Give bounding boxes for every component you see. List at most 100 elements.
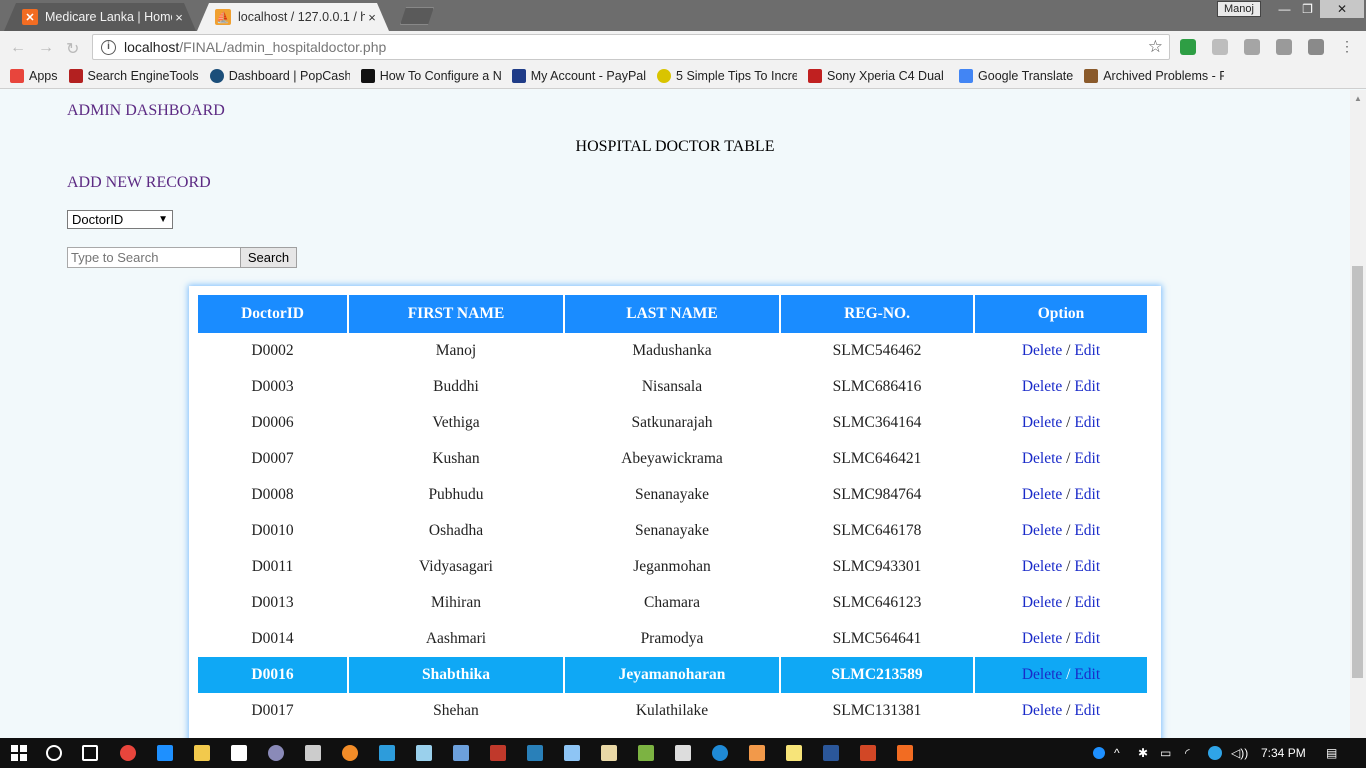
app-icon[interactable] bbox=[268, 745, 284, 761]
app-icon[interactable] bbox=[564, 745, 580, 761]
bookmark-item[interactable]: Archived Problems - F bbox=[1084, 68, 1224, 83]
doctor-table-card: DoctorID FIRST NAME LAST NAME REG-NO. Op… bbox=[189, 286, 1161, 746]
bookmark-item[interactable]: Google Translate bbox=[959, 68, 1073, 83]
close-tab-icon[interactable]: × bbox=[172, 10, 186, 25]
back-icon[interactable]: ← bbox=[10, 39, 26, 57]
edit-link[interactable]: Edit bbox=[1074, 522, 1100, 539]
option-separator: / bbox=[1066, 414, 1071, 431]
extension-icon[interactable] bbox=[1308, 39, 1324, 55]
edit-link[interactable]: Edit bbox=[1074, 342, 1100, 359]
edit-link[interactable]: Edit bbox=[1074, 666, 1100, 683]
scrollbar-thumb[interactable] bbox=[1352, 266, 1363, 678]
sticky-notes-icon[interactable] bbox=[786, 745, 802, 761]
edit-link[interactable]: Edit bbox=[1074, 558, 1100, 575]
restore-icon[interactable]: ❐ bbox=[1293, 0, 1322, 18]
edit-link[interactable]: Edit bbox=[1074, 414, 1100, 431]
store-icon[interactable] bbox=[231, 745, 247, 761]
search-button[interactable]: Search bbox=[240, 247, 297, 268]
edit-link[interactable]: Edit bbox=[1074, 486, 1100, 503]
delete-link[interactable]: Delete bbox=[1022, 522, 1062, 539]
word-icon[interactable] bbox=[823, 745, 839, 761]
column-header-first-name[interactable]: FIRST NAME bbox=[349, 295, 563, 333]
vpn-icon[interactable] bbox=[1208, 746, 1222, 760]
app-icon[interactable] bbox=[749, 745, 765, 761]
profile-button[interactable]: Manoj bbox=[1217, 1, 1261, 17]
delete-link[interactable]: Delete bbox=[1022, 450, 1062, 467]
bookmark-item[interactable]: Search EngineTools bbox=[68, 68, 199, 83]
file-explorer-icon[interactable] bbox=[194, 745, 210, 761]
delete-link[interactable]: Delete bbox=[1022, 666, 1062, 683]
task-view-icon[interactable] bbox=[82, 745, 98, 761]
bookmark-item[interactable]: Sony Xperia C4 Dual U bbox=[808, 68, 948, 83]
forward-icon[interactable]: → bbox=[38, 39, 54, 57]
bookmark-item[interactable]: My Account - PayPal bbox=[511, 68, 646, 83]
search-field-select[interactable]: DoctorID ▼ bbox=[67, 210, 173, 229]
cortana-icon[interactable] bbox=[46, 745, 62, 761]
edit-link[interactable]: Edit bbox=[1074, 450, 1100, 467]
reload-icon[interactable]: ↻ bbox=[66, 39, 79, 59]
app-icon[interactable] bbox=[490, 745, 506, 761]
app-icon[interactable] bbox=[453, 745, 469, 761]
column-header-doctorid[interactable]: DoctorID bbox=[198, 295, 347, 333]
extension-icon[interactable] bbox=[1180, 39, 1196, 55]
delete-link[interactable]: Delete bbox=[1022, 342, 1062, 359]
new-tab-button[interactable] bbox=[400, 7, 434, 25]
action-center-icon[interactable]: ▤ bbox=[1326, 746, 1337, 760]
teamviewer-icon[interactable] bbox=[712, 745, 728, 761]
app-icon[interactable] bbox=[601, 745, 617, 761]
delete-link[interactable]: Delete bbox=[1022, 486, 1062, 503]
window-close-icon[interactable]: ✕ bbox=[1320, 0, 1364, 18]
edit-link[interactable]: Edit bbox=[1074, 378, 1100, 395]
volume-icon[interactable]: ◁)) bbox=[1231, 746, 1248, 760]
tab-phpmyadmin[interactable]: ⛵ localhost / 127.0.0.1 / ho × bbox=[197, 3, 389, 31]
menu-icon[interactable]: ⋮ bbox=[1340, 39, 1354, 55]
bluetooth-icon[interactable]: ✱ bbox=[1138, 746, 1148, 760]
search-input[interactable]: Type to Search bbox=[67, 247, 241, 268]
tab-medicare-home[interactable]: ✕ Medicare Lanka | Home × bbox=[4, 3, 196, 31]
cell-last-name: Pramodya bbox=[640, 630, 704, 647]
app-icon[interactable] bbox=[675, 745, 691, 761]
scroll-up-icon[interactable]: ▲ bbox=[1354, 94, 1362, 103]
edit-link[interactable]: Edit bbox=[1074, 702, 1100, 719]
column-header-last-name[interactable]: LAST NAME bbox=[565, 295, 779, 333]
page-scrollbar[interactable]: ▲ bbox=[1350, 90, 1366, 738]
app-icon[interactable] bbox=[638, 745, 654, 761]
extension-icon[interactable] bbox=[1212, 39, 1228, 55]
column-header-reg-no[interactable]: REG-NO. bbox=[781, 295, 973, 333]
delete-link[interactable]: Delete bbox=[1022, 594, 1062, 611]
bookmark-item[interactable]: How To Configure a N bbox=[360, 68, 501, 83]
bookmark-item[interactable]: Dashboard | PopCash bbox=[209, 68, 350, 83]
delete-link[interactable]: Delete bbox=[1022, 558, 1062, 575]
delete-link[interactable]: Delete bbox=[1022, 414, 1062, 431]
wifi-icon[interactable]: ◜ bbox=[1185, 746, 1190, 760]
edge-icon[interactable] bbox=[157, 745, 173, 761]
add-new-record-link[interactable]: ADD NEW RECORD bbox=[67, 174, 211, 192]
edit-link[interactable]: Edit bbox=[1074, 630, 1100, 647]
notepad-icon[interactable] bbox=[416, 745, 432, 761]
chrome-icon[interactable] bbox=[120, 745, 136, 761]
edit-link[interactable]: Edit bbox=[1074, 594, 1100, 611]
address-bar[interactable]: i localhost/FINAL/admin_hospitaldoctor.p… bbox=[92, 34, 1170, 60]
close-tab-icon[interactable]: × bbox=[365, 10, 379, 25]
delete-link[interactable]: Delete bbox=[1022, 378, 1062, 395]
firefox-icon[interactable] bbox=[342, 745, 358, 761]
delete-link[interactable]: Delete bbox=[1022, 702, 1062, 719]
admin-dashboard-link[interactable]: ADMIN DASHBOARD bbox=[67, 102, 225, 120]
app-icon[interactable] bbox=[527, 745, 543, 761]
system-clock[interactable]: 7:34 PM bbox=[1261, 746, 1306, 760]
bookmark-apps[interactable]: Apps bbox=[10, 68, 58, 83]
windows-start-icon[interactable] bbox=[11, 745, 27, 761]
terminal-icon[interactable] bbox=[305, 745, 321, 761]
xampp-icon[interactable] bbox=[897, 745, 913, 761]
app-icon[interactable] bbox=[379, 745, 395, 761]
help-icon[interactable] bbox=[1093, 747, 1105, 759]
bookmark-item[interactable]: 5 Simple Tips To Incre bbox=[657, 68, 797, 83]
delete-link[interactable]: Delete bbox=[1022, 630, 1062, 647]
show-hidden-icons-icon[interactable]: ^ bbox=[1114, 746, 1120, 760]
bookmark-star-icon[interactable]: ☆ bbox=[1148, 37, 1163, 57]
powerpoint-icon[interactable] bbox=[860, 745, 876, 761]
extension-icon[interactable] bbox=[1244, 39, 1260, 55]
extension-icon[interactable] bbox=[1276, 39, 1292, 55]
battery-icon[interactable]: ▭ bbox=[1160, 746, 1171, 760]
info-icon[interactable]: i bbox=[101, 39, 116, 55]
